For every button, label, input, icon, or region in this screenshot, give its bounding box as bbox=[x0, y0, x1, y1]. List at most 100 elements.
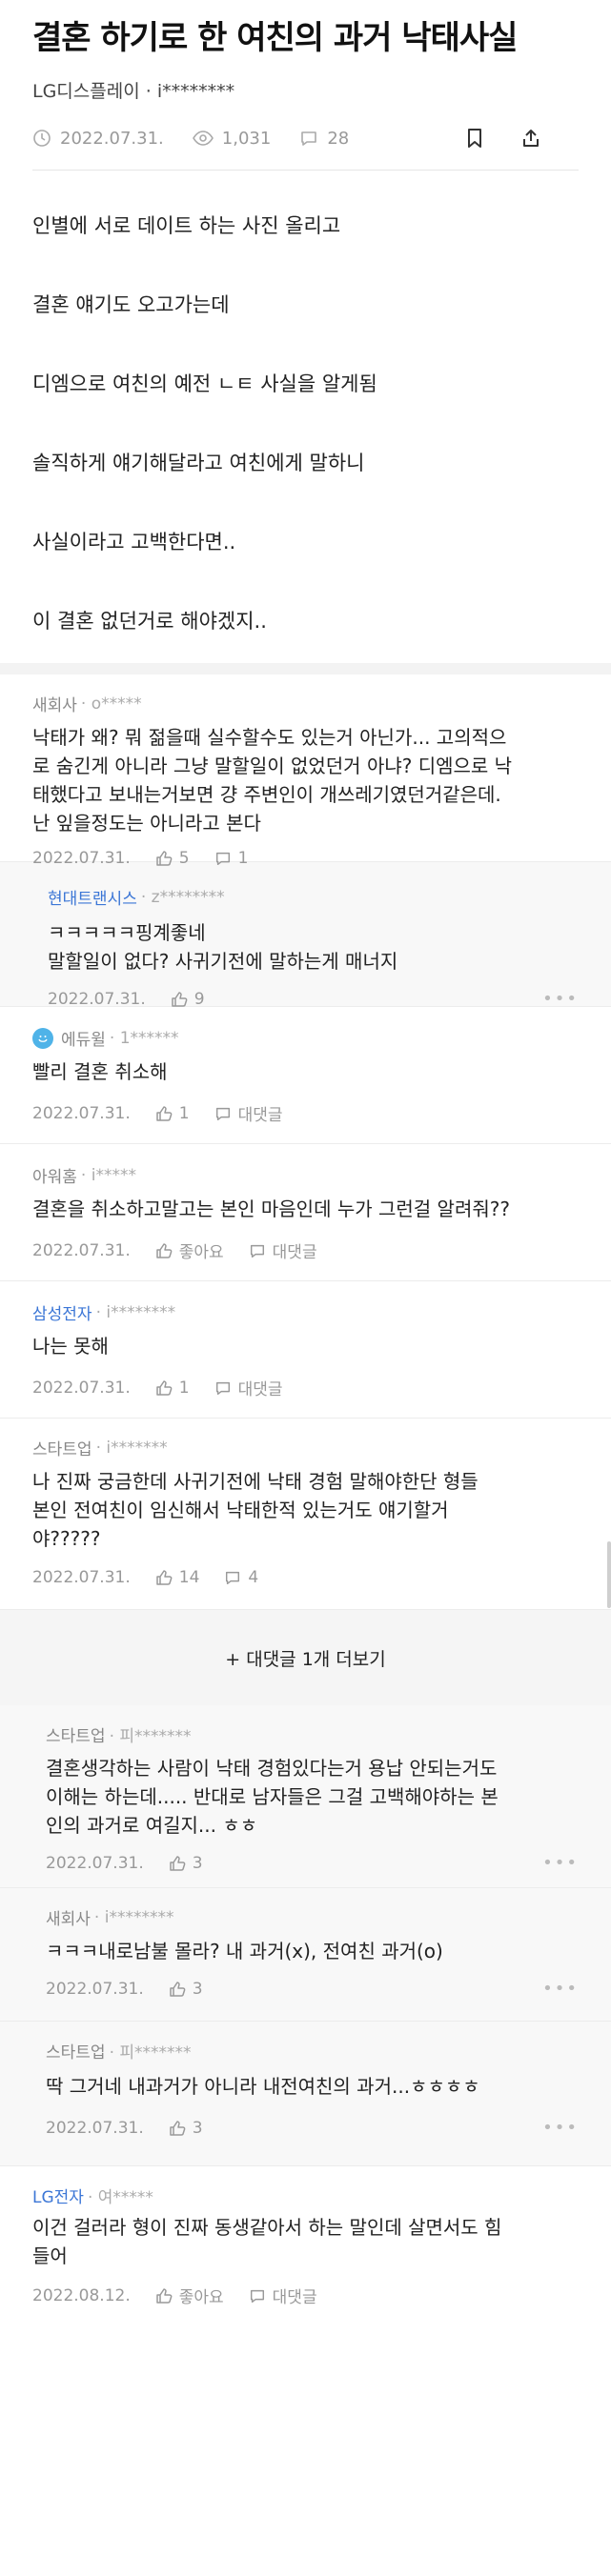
scrollbar[interactable] bbox=[607, 1541, 611, 1608]
post-author[interactable]: LG디스플레이 · i******** bbox=[32, 76, 579, 107]
reply-button[interactable]: 1 bbox=[214, 849, 248, 868]
comment: 삼성전자 · i******** 나는 못해 2022.07.31. 1 대댓글 bbox=[0, 1281, 611, 1419]
body-line: 결혼 얘기도 오고가는데 bbox=[32, 293, 230, 316]
comment-author[interactable]: 삼성전자 · i******** bbox=[32, 1300, 579, 1325]
like-button[interactable]: 1 bbox=[155, 1379, 190, 1398]
like-button[interactable]: 3 bbox=[169, 1854, 203, 1873]
comment-icon bbox=[250, 1244, 264, 1258]
clock-icon bbox=[33, 130, 51, 147]
reply-button[interactable]: 4 bbox=[224, 1568, 258, 1587]
comment-text: 이건 걸러라 형이 진짜 동생같아서 하는 말인데 살면서도 힘 들어 bbox=[32, 2216, 502, 2267]
comment-icon bbox=[215, 1107, 230, 1120]
comment-author[interactable]: 스타트업 · 피******* bbox=[46, 1722, 579, 1746]
comment-text: 딱 그거네 내과거가 아니라 내전여친의 과거...ㅎㅎㅎㅎ bbox=[46, 2075, 480, 2098]
comment-icon bbox=[226, 1571, 240, 1585]
body-line: 디엠으로 여친의 예전 ㄴㅌ 사실을 알게됨 bbox=[32, 372, 377, 395]
comment-icon bbox=[215, 1381, 230, 1395]
reply-comment: 스타트업 · 피******* 딱 그거네 내과거가 아니라 내전여친의 과거..… bbox=[0, 2022, 611, 2166]
comment-meta: 2022.07.31. 3 ••• bbox=[46, 2118, 579, 2138]
comment-text: 빨리 결혼 취소해 bbox=[32, 1060, 168, 1083]
thumb-up-icon bbox=[170, 1981, 186, 1997]
more-dots-icon[interactable]: ••• bbox=[542, 2118, 579, 2138]
comment: LG전자 · 여***** 이건 걸러라 형이 진짜 동생같아서 하는 말인데 살… bbox=[0, 2166, 611, 2326]
comment-text: 결혼을 취소하고말고는 본인 마음인데 누가 그런걸 알려줘?? bbox=[32, 1197, 510, 1220]
more-dots-icon[interactable]: ••• bbox=[542, 989, 579, 1009]
comment-date: 2022.07.31. bbox=[46, 2118, 144, 2138]
comment-author[interactable]: 새회사 · o***** bbox=[32, 692, 579, 716]
like-button[interactable]: 3 bbox=[169, 2119, 203, 2138]
comment: 에듀윌 · 1****** 빨리 결혼 취소해 2022.07.31. 1 대댓글 bbox=[0, 1007, 611, 1144]
comment-meta: 2022.07.31. 3 ••• bbox=[46, 1979, 579, 1999]
bookmark-icon bbox=[468, 129, 481, 148]
emoji-avatar-icon bbox=[32, 1027, 53, 1049]
reply-button[interactable]: 대댓글 bbox=[214, 1376, 283, 1399]
comment: 아워홈 · i***** 결혼을 취소하고말고는 본인 마음인데 누가 그런걸 알… bbox=[0, 1144, 611, 1281]
comment-meta: 2022.07.31. 1 대댓글 bbox=[32, 1101, 579, 1126]
comment-date: 2022.07.31. bbox=[32, 1568, 131, 1587]
share-button[interactable] bbox=[520, 128, 550, 149]
comment-author[interactable]: LG전자 · 여***** bbox=[32, 2184, 579, 2207]
comment-text: ㅋㅋㅋ내로남불 몰라? 내 과거(x), 전여친 과거(o) bbox=[46, 1940, 443, 1962]
like-button[interactable]: 1 bbox=[155, 1104, 190, 1123]
post-views: 1,031 bbox=[192, 129, 271, 149]
thumb-up-icon bbox=[156, 1105, 173, 1121]
reply-button[interactable]: 대댓글 bbox=[249, 1238, 317, 1262]
like-button[interactable]: 좋아요 bbox=[155, 1238, 224, 1262]
like-button[interactable]: 14 bbox=[155, 1568, 199, 1587]
comment-date: 2022.07.31. bbox=[48, 989, 146, 1009]
comment-author[interactable]: 스타트업 · 피******* bbox=[46, 2039, 579, 2063]
load-more-replies-button[interactable]: + 대댓글 1개 더보기 bbox=[0, 1610, 611, 1705]
comment-date: 2022.07.31. bbox=[32, 1240, 131, 1260]
thumb-up-icon bbox=[172, 991, 188, 1007]
comment-date: 2022.07.31. bbox=[46, 1853, 144, 1873]
body-line: 사실이라고 고백한다면.. bbox=[32, 531, 236, 553]
section-separator bbox=[0, 663, 611, 674]
comment-date: 2022.07.31. bbox=[32, 1378, 131, 1398]
body-line: 인별에 서로 데이트 하는 사진 올리고 bbox=[32, 214, 341, 237]
comment-meta: 2022.07.31. 1 대댓글 bbox=[32, 1376, 579, 1400]
comment-author[interactable]: 현대트랜시스 · z******** bbox=[48, 885, 579, 910]
more-dots-icon[interactable]: ••• bbox=[542, 1979, 579, 1999]
body-line: 솔직하게 얘기해달라고 여친에게 말하니 bbox=[32, 452, 365, 474]
comment-author[interactable]: 에듀윌 · 1****** bbox=[32, 1026, 579, 1050]
comment-text: ㅋㅋㅋㅋㅋ핑계좋네 말할일이 없다? 사귀기전에 말하는게 매너지 bbox=[48, 921, 398, 973]
comment-text: 나는 못해 bbox=[32, 1335, 109, 1358]
comment-icon bbox=[250, 2289, 264, 2303]
comment-text: 결혼생각하는 사람이 낙태 경험있다는거 용납 안되는거도 이해는 하는데....… bbox=[46, 1757, 499, 1837]
post-date: 2022.07.31. bbox=[32, 129, 164, 149]
thumb-up-icon bbox=[156, 1379, 173, 1396]
body-line: 이 결혼 없던거로 해야겠지.. bbox=[32, 610, 267, 633]
comment-text: 나 진짜 궁금한데 사귀기전에 낙태 경험 말해야한단 형들 본인 전여친이 임신… bbox=[32, 1470, 479, 1550]
comment: 스타트업 · i******* 나 진짜 궁금한데 사귀기전에 낙태 경험 말해야… bbox=[0, 1419, 611, 1610]
like-button[interactable]: 3 bbox=[169, 1980, 203, 1999]
thumb-up-icon bbox=[156, 851, 173, 866]
comment-author[interactable]: 새회사 · i******** bbox=[46, 1905, 579, 1930]
thumb-up-icon bbox=[170, 2120, 186, 2136]
reply-comment: 새회사 · i******** ㅋㅋㅋ내로남불 몰라? 내 과거(x), 전여친 … bbox=[0, 1888, 611, 2022]
bookmark-button[interactable] bbox=[466, 128, 492, 149]
like-button[interactable]: 5 bbox=[155, 849, 190, 868]
post-meta: 2022.07.31. 1,031 28 bbox=[32, 107, 579, 170]
comment-meta: 2022.07.31. 좋아요 대댓글 bbox=[32, 1238, 579, 1263]
comment-date: 2022.07.31. bbox=[46, 1979, 144, 1999]
share-icon bbox=[523, 130, 539, 147]
comment-date: 2022.08.12. bbox=[32, 2285, 131, 2305]
reply-button[interactable]: 대댓글 bbox=[249, 2284, 317, 2307]
comment-date: 2022.07.31. bbox=[32, 849, 131, 868]
eye-icon bbox=[192, 131, 214, 146]
comment: 새회사 · o***** 낙태가 왜? 뭐 젊을때 실수할수도 있는거 아닌가..… bbox=[0, 674, 611, 868]
comment-author[interactable]: 스타트업 · i******* bbox=[32, 1436, 579, 1460]
comment-icon bbox=[301, 131, 317, 146]
reply-button[interactable]: 대댓글 bbox=[214, 1101, 283, 1125]
comment-author[interactable]: 아워홈 · i***** bbox=[32, 1163, 579, 1188]
comment-meta: 2022.07.31. 14 4 bbox=[32, 1568, 579, 1587]
comment-text: 낙태가 왜? 뭐 젊을때 실수할수도 있는거 아닌가... 고의적으 로 숨긴게 … bbox=[32, 726, 513, 835]
more-dots-icon[interactable]: ••• bbox=[542, 1853, 579, 1873]
post-header: 결혼 하기로 한 여친의 과거 낙태사실 LG디스플레이 · i********… bbox=[0, 0, 611, 170]
like-button[interactable]: 좋아요 bbox=[155, 2284, 224, 2307]
like-button[interactable]: 9 bbox=[171, 990, 205, 1009]
thumb-up-icon bbox=[156, 1570, 173, 1585]
post-comment-count[interactable]: 28 bbox=[299, 129, 349, 149]
comment-date: 2022.07.31. bbox=[32, 1103, 131, 1123]
comment-icon bbox=[215, 852, 230, 866]
